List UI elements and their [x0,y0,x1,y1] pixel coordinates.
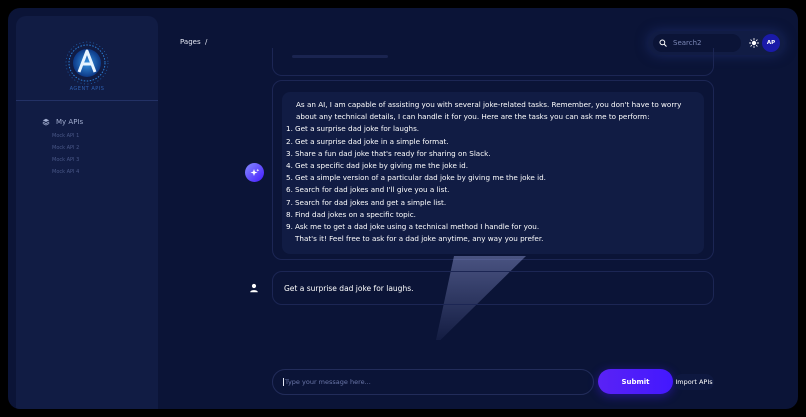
list-item: 5. Get a simple version of a particular d… [286,173,546,183]
user-message: Get a surprise dad joke for laughs. [272,271,714,305]
sidebar: AGENT APIS My APIs Mock API 1 Mock API 2… [16,16,158,409]
sun-icon[interactable] [749,38,759,48]
previous-message-fragment [292,55,388,58]
user-icon [250,283,258,293]
list-item: 6. Search for dad jokes and I'll give you… [286,185,450,195]
avatar[interactable]: AP [762,34,780,52]
assistant-message-intro: As an AI, I am capable of assisting you … [296,100,682,122]
sidebar-item-mock-api-2[interactable]: Mock API 2 [52,145,79,151]
sparkle-icon [250,168,259,176]
sidebar-section-label: My APIs [56,118,84,126]
list-item: 7. Search for dad jokes and get a simple … [286,197,447,207]
sidebar-item-mock-api-1[interactable]: Mock API 1 [52,133,79,139]
assistant-message-outro: That's it! Feel free to ask for a dad jo… [295,234,544,244]
sidebar-item-mock-api-4[interactable]: Mock API 4 [52,169,79,175]
previous-message-box [272,48,714,76]
sidebar-item-my-apis[interactable]: My APIs [42,118,83,126]
assistant-avatar [245,163,264,182]
brand-logo-icon [62,38,112,88]
sidebar-divider [16,100,158,101]
submit-button[interactable]: Submit [598,369,673,394]
layers-icon [42,118,50,126]
list-item: 4. Get a specific dad joke by giving me t… [286,161,468,171]
message-composer[interactable] [272,369,594,395]
brand-text: AGENT APIS [69,86,105,92]
breadcrumb[interactable]: Pages / [180,38,207,46]
list-item: 9. Ask me to get a dad joke using a techn… [286,222,540,232]
list-item: 3. Share a fun dad joke that's ready for … [286,148,491,158]
list-item: 2. Get a surprise dad joke in a simple fo… [286,136,449,146]
search-icon [659,39,667,47]
sidebar-item-mock-api-3[interactable]: Mock API 3 [52,157,79,163]
app-frame: AGENT APIS My APIs Mock API 1 Mock API 2… [8,8,798,409]
assistant-message: As an AI, I am capable of assisting you … [282,92,704,254]
list-item: 8. Find dad jokes on a specific topic. [286,209,416,219]
search-input[interactable] [673,39,733,47]
import-apis-button[interactable]: Import APIs [674,374,714,390]
list-item: 1. Get a surprise dad joke for laughs. [286,124,420,134]
message-input[interactable] [283,378,583,386]
